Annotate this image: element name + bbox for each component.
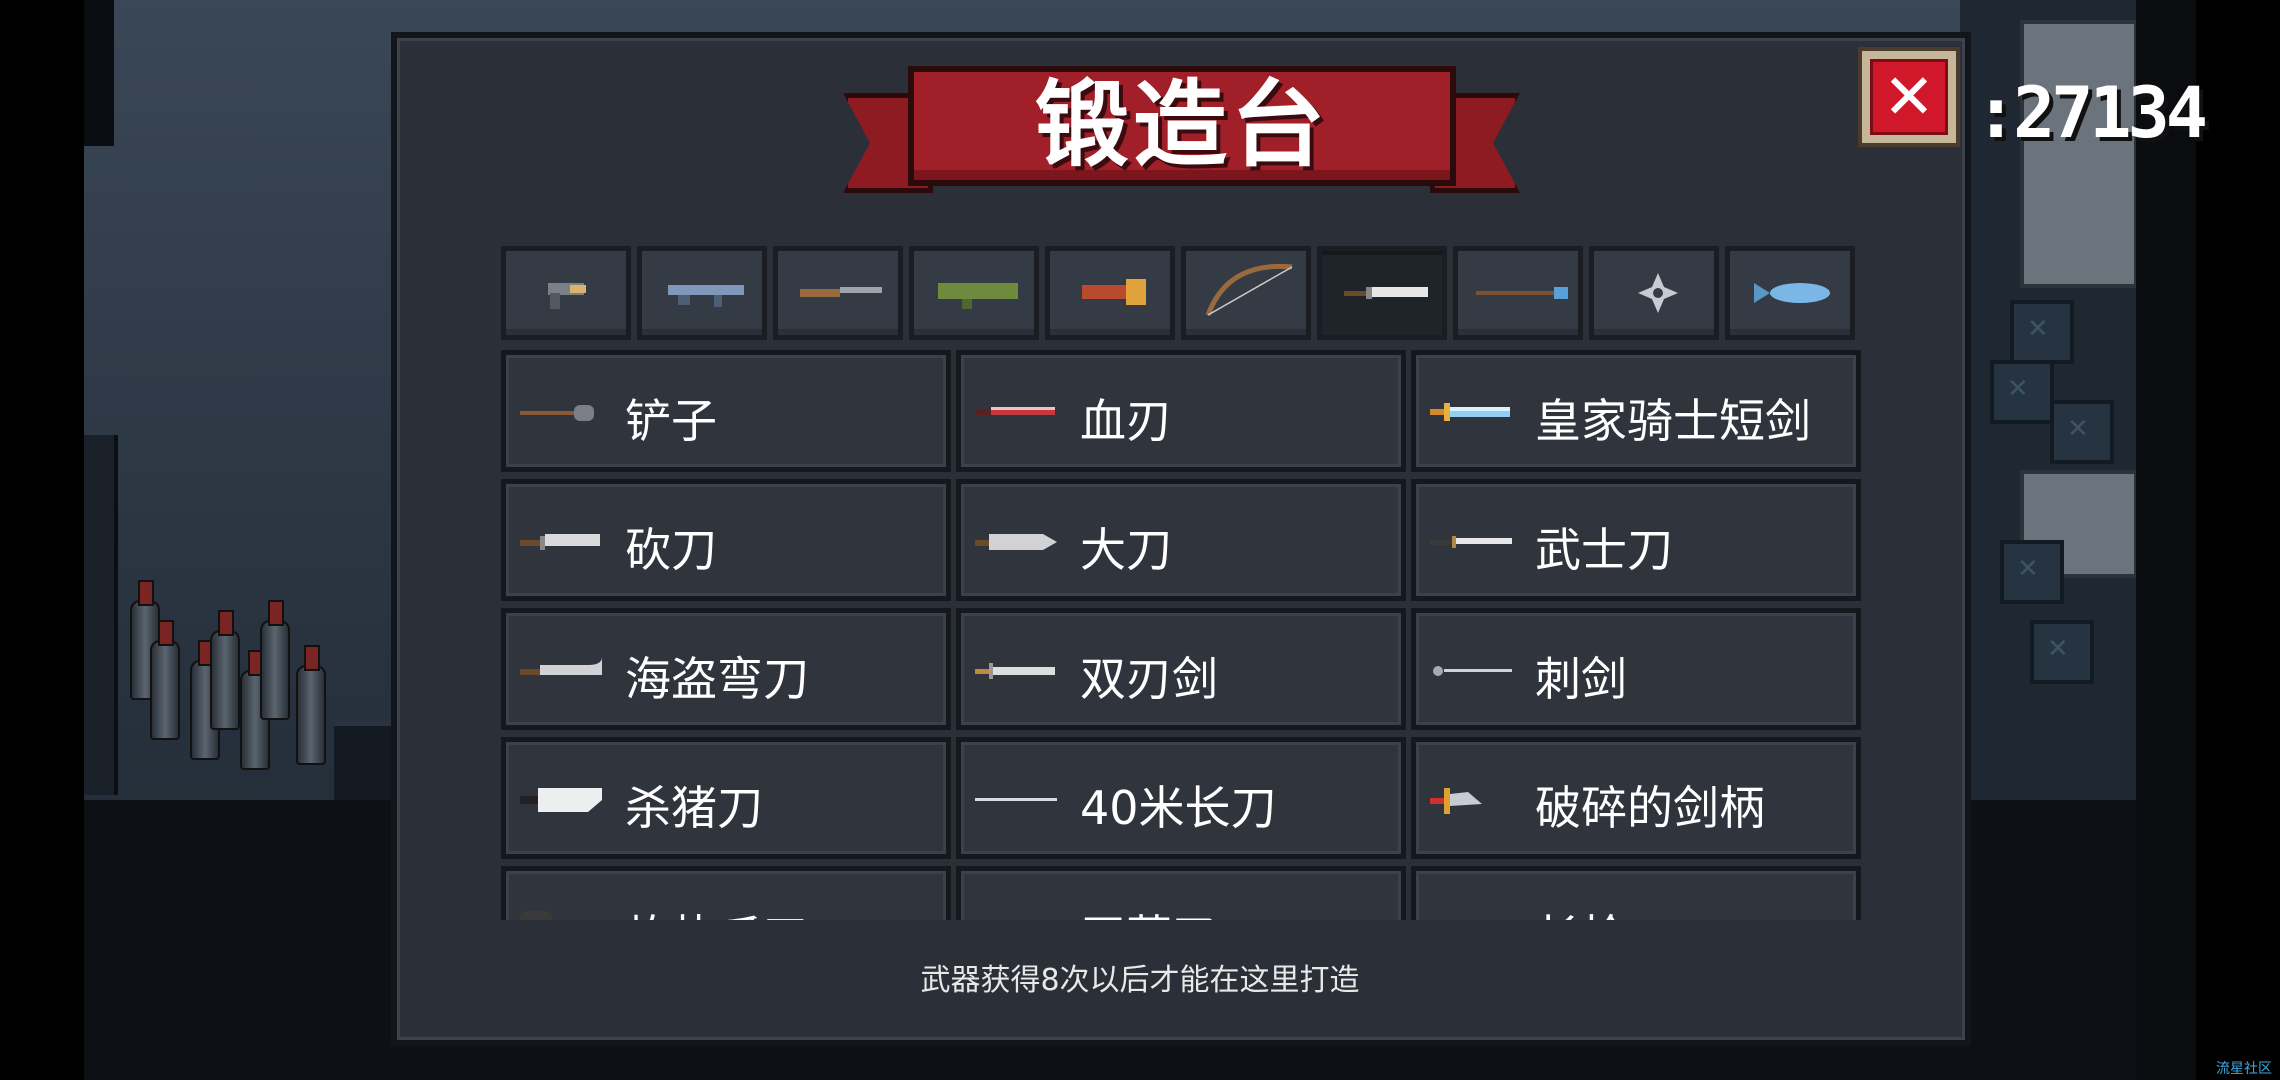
close-icon: ✕ [1870, 59, 1948, 135]
weapon-slot[interactable]: 刺剑 [1411, 608, 1861, 730]
tab-blade[interactable] [1317, 246, 1447, 340]
spear-icon [1476, 287, 1568, 299]
weapon-slot[interactable]: 长枪 [1411, 866, 1861, 920]
tab-pistol[interactable] [501, 246, 631, 340]
lance-icon [1428, 907, 1518, 920]
weapon-name: 长枪 [1535, 901, 1627, 920]
fish-icon [1754, 283, 1830, 303]
title-ribbon: 锻造台 [908, 66, 1456, 186]
weapon-slot[interactable]: 40米长刀 [956, 737, 1406, 859]
shuriken-icon [1638, 273, 1678, 313]
wall-ledge [84, 0, 114, 146]
weapon-slot[interactable]: 血刃 [956, 350, 1406, 472]
weapon-name: 40米长刀 [1080, 781, 1277, 835]
weapon-slot[interactable]: 皇家骑士短剑 [1411, 350, 1861, 472]
gas-tank [296, 645, 326, 765]
pistol-icon [548, 283, 586, 309]
gas-tank [150, 620, 180, 740]
weapon-name: 干草叉 [1080, 901, 1218, 920]
weapon-list: 铲子 血刃 皇家骑士短剑砍刀 大刀 武士刀海盗弯刀 双刃剑 刺剑杀猪刀 40米长刀 破碎的剑柄灼… [501, 350, 1861, 920]
rifle-icon [668, 285, 744, 307]
tab-shotgun[interactable] [773, 246, 903, 340]
weapon-name: 大刀 [1080, 523, 1172, 577]
weapon-slot[interactable]: 破碎的剑柄 [1411, 737, 1861, 859]
claw-blade-icon [520, 911, 552, 920]
weapon-name: 砍刀 [625, 523, 717, 577]
rapier-icon [1433, 666, 1512, 676]
close-button[interactable]: ✕ [1858, 47, 1960, 147]
weapon-name: 破碎的剑柄 [1535, 781, 1765, 835]
blood-blade-icon [975, 407, 1055, 415]
rocket-launcher-icon [938, 283, 1018, 309]
weapon-name: 双刃剑 [1080, 652, 1218, 706]
crate [1990, 360, 2054, 424]
weapon-name: 武士刀 [1535, 523, 1673, 577]
tab-rocket[interactable] [909, 246, 1039, 340]
right-structure [1960, 0, 2196, 1080]
weapon-category-tabs [501, 246, 1861, 340]
forge-hint: 武器获得8次以后才能在这里打造 [920, 963, 1360, 998]
weapon-name: 灼热爪刃 [625, 901, 809, 920]
weapon-slot[interactable]: 海盗弯刀 [501, 608, 951, 730]
shotgun-icon [800, 287, 882, 297]
tab-spear[interactable] [1453, 246, 1583, 340]
royal-short-sword-icon [1430, 403, 1510, 421]
weapon-slot[interactable]: 铲子 [501, 350, 951, 472]
broadsword-icon [975, 534, 1057, 550]
weapon-name: 血刃 [1080, 394, 1172, 448]
broken-hilt-icon [1430, 788, 1482, 814]
bow-icon [1205, 263, 1293, 316]
weapon-slot[interactable]: 干草叉 [956, 866, 1406, 920]
pitchfork-icon [973, 907, 1063, 920]
crate [2010, 300, 2074, 364]
shovel-icon [520, 405, 594, 421]
flame-gun-icon [1082, 279, 1146, 305]
weapon-name: 铲子 [625, 394, 717, 448]
cutlass-icon [520, 657, 602, 675]
weapon-name: 皇家骑士短剑 [1535, 394, 1811, 448]
weapon-name: 杀猪刀 [625, 781, 763, 835]
metal-panel [2020, 20, 2138, 288]
tab-bow[interactable] [1181, 246, 1311, 340]
panel-title: 锻造台 [1034, 71, 1329, 180]
tab-flamegun[interactable] [1045, 246, 1175, 340]
weapon-name: 刺剑 [1535, 652, 1627, 706]
weapon-slot[interactable]: 砍刀 [501, 479, 951, 601]
weapon-slot[interactable]: 双刃剑 [956, 608, 1406, 730]
tab-shuriken[interactable] [1589, 246, 1719, 340]
watermark: 流星社区 [2216, 1061, 2272, 1077]
weapon-slot[interactable]: 灼热爪刃 [501, 866, 951, 920]
crate [2000, 540, 2064, 604]
gas-tank [260, 600, 290, 720]
tab-fish[interactable] [1725, 246, 1855, 340]
weapon-slot[interactable]: 大刀 [956, 479, 1406, 601]
wall-pillar [84, 435, 118, 795]
score-counter: :27134 [1975, 72, 2208, 154]
weapon-slot[interactable]: 武士刀 [1411, 479, 1861, 601]
blade-icon [1344, 287, 1428, 299]
tab-rifle[interactable] [637, 246, 767, 340]
weapon-slot[interactable]: 杀猪刀 [501, 737, 951, 859]
cleaver-icon [520, 788, 602, 812]
crate [2050, 400, 2114, 464]
machete-icon [520, 534, 600, 550]
gas-tank [210, 610, 240, 730]
weapon-name: 海盗弯刀 [625, 652, 809, 706]
double-edged-sword-icon [975, 663, 1055, 679]
long-blade-icon [975, 798, 1057, 801]
crate [2030, 620, 2094, 684]
katana-icon [1430, 536, 1512, 548]
